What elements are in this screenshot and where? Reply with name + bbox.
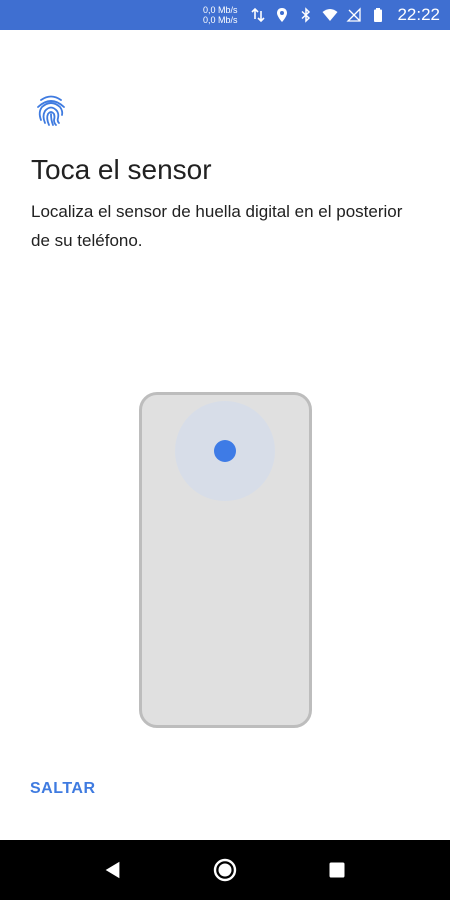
page-description: Localiza el sensor de huella digital en …	[31, 202, 403, 250]
net-speed-up: 0,0 Mb/s	[202, 5, 238, 15]
status-bar: 0,0 Mb/s 0,0 Mb/s 22:22	[0, 0, 450, 30]
back-icon[interactable]	[101, 858, 125, 882]
fingerprint-icon	[33, 92, 69, 128]
bluetooth-icon	[297, 6, 315, 24]
no-signal-icon	[345, 6, 363, 24]
battery-icon	[369, 6, 387, 24]
network-speed: 0,0 Mb/s 0,0 Mb/s	[203, 5, 238, 25]
location-icon	[273, 6, 291, 24]
navigation-bar	[0, 840, 450, 900]
page-title: Toca el sensor	[31, 154, 212, 185]
skip-button[interactable]: SALTAR	[30, 780, 96, 798]
data-transfer-icon	[249, 6, 267, 24]
net-speed-down: 0,0 Mb/s	[202, 15, 238, 25]
sensor-dot	[214, 440, 236, 462]
recents-icon[interactable]	[325, 858, 349, 882]
wifi-icon	[321, 6, 339, 24]
home-icon[interactable]	[213, 858, 237, 882]
status-clock: 22:22	[397, 5, 440, 24]
